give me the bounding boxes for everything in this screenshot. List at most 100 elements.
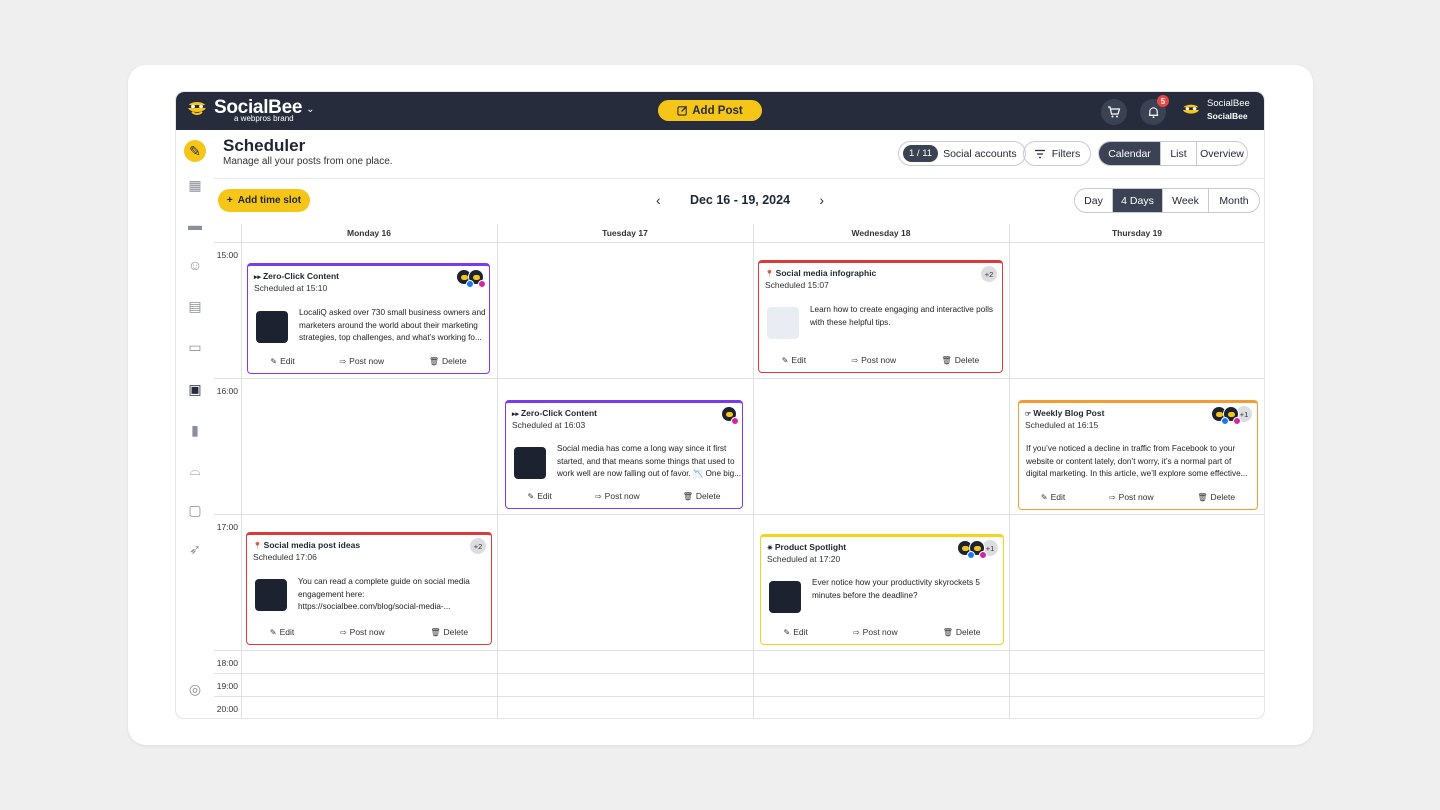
range-4-days[interactable]: 4 Days [1113, 189, 1163, 212]
post-category-label: Social media post ideas [263, 540, 361, 550]
instagram-icon [478, 280, 486, 288]
post-card[interactable]: ☞ Weekly Blog Post Scheduled at 16:15 +1 If… [1018, 400, 1258, 510]
post-thumbnail [255, 579, 287, 611]
page-subtitle: Manage all your posts from one place. [223, 156, 393, 167]
rocket-icon[interactable]: ➶ [184, 538, 206, 560]
facebook-icon [466, 280, 474, 288]
grid-line [753, 224, 754, 718]
chevron-right-icon[interactable]: › [819, 192, 824, 208]
time-label: 15:00 [216, 250, 238, 260]
facebook-icon [1221, 417, 1229, 425]
delete-button[interactable]: 🗑 Delete [942, 355, 980, 365]
edit-label: Edit [1050, 492, 1066, 502]
post-card[interactable]: 📍 Social media post ideas Scheduled 17:06… [246, 532, 492, 645]
range-day[interactable]: Day [1075, 189, 1113, 212]
delete-button[interactable]: 🗑 Delete [1197, 492, 1235, 502]
user-menu[interactable]: SocialBee SocialBee [1181, 98, 1250, 122]
edit-icon [677, 105, 688, 116]
folder-icon[interactable]: ▬ [184, 214, 206, 236]
post-now-button[interactable]: ⇨ Post now [851, 355, 896, 365]
arrow-right-icon: ⇨ [1108, 492, 1116, 502]
post-card[interactable]: ▸▸ Zero-Click Content Scheduled at 15:10 L… [247, 263, 490, 374]
double-chevron-icon: ▸▸ [254, 274, 263, 281]
post-card[interactable]: 📍 Social media infographic Scheduled 15:0… [758, 260, 1003, 373]
post-actions: ✎ Edit ⇨ Post now 🗑 Delete [506, 491, 742, 501]
post-category-label: Weekly Blog Post [1033, 408, 1105, 418]
post-now-label: Post now [1118, 492, 1154, 502]
edit-button[interactable]: ✎ Edit [1041, 492, 1065, 502]
range-switcher: Day 4 Days Week Month [1074, 188, 1260, 213]
post-category: ☞ Weekly Blog Post [1025, 408, 1104, 418]
pin-icon: 📍 [253, 543, 264, 550]
add-time-slot-button[interactable]: + Add time slot [218, 189, 310, 212]
time-label: 16:00 [216, 386, 238, 396]
calendar-add-icon[interactable]: ▤ [184, 295, 206, 317]
more-accounts-badge[interactable]: +2 [470, 538, 486, 554]
edit-label: Edit [537, 491, 552, 501]
more-accounts-badge[interactable]: +2 [981, 266, 997, 282]
pin-icon: 📍 [765, 271, 776, 278]
account-avatars: +2 [981, 266, 997, 282]
avatar [721, 406, 739, 425]
delete-button[interactable]: 🗑 Delete [429, 356, 467, 366]
robot-icon[interactable]: ☺ [184, 254, 206, 276]
cart-button[interactable] [1101, 99, 1127, 125]
delete-label: Delete [443, 627, 469, 637]
scheduled-time: Scheduled at 17:20 [767, 554, 841, 564]
tab-overview[interactable]: Overview [1197, 142, 1247, 165]
add-post-button[interactable]: Add Post [658, 100, 762, 121]
pencil-icon: ✎ [783, 627, 791, 637]
post-now-button[interactable]: ⇨ Post now [595, 491, 640, 501]
post-category: 📍 Social media infographic [765, 268, 876, 278]
post-now-button[interactable]: ⇨ Post now [339, 356, 384, 366]
tab-calendar[interactable]: Calendar [1099, 142, 1161, 165]
pencil-icon: ✎ [269, 627, 277, 637]
scheduler-icon[interactable]: ▣ [184, 378, 206, 400]
pencil-icon: ✎ [527, 491, 535, 501]
post-now-button[interactable]: ⇨ Post now [1109, 492, 1154, 502]
bell-icon [1148, 106, 1158, 118]
arrow-right-icon: ⇨ [594, 491, 602, 501]
add-time-slot-label: Add time slot [237, 195, 302, 206]
post-thumbnail [769, 581, 801, 613]
chevron-down-icon[interactable]: ⌄ [306, 104, 314, 115]
edit-button[interactable]: ✎ Edit [782, 355, 806, 365]
queue-icon[interactable]: ▭ [184, 336, 206, 358]
filters-button[interactable]: Filters [1023, 141, 1091, 166]
chat-icon[interactable]: ▢ [184, 499, 206, 521]
range-week[interactable]: Week [1163, 189, 1209, 212]
delete-button[interactable]: 🗑 Delete [683, 491, 721, 501]
delete-button[interactable]: 🗑 Delete [943, 627, 981, 637]
edit-button[interactable]: ✎ Edit [784, 627, 808, 637]
analytics-icon[interactable]: ▮ [184, 419, 206, 441]
grid-line [214, 242, 1264, 243]
post-category: ▸▸ Zero-Click Content [512, 408, 597, 418]
day-header: Thursday 19 [1111, 228, 1163, 238]
post-category: ✷ Product Spotlight [767, 542, 846, 552]
edit-button[interactable]: ✎ Edit [270, 356, 294, 366]
post-now-button[interactable]: ⇨ Post now [853, 627, 898, 637]
post-now-button[interactable]: ⇨ Post now [340, 627, 385, 637]
notification-count-badge: 5 [1157, 95, 1169, 107]
edit-label: Edit [279, 627, 295, 637]
edit-button[interactable]: ✎ Edit [528, 491, 552, 501]
chevron-left-icon[interactable]: ‹ [656, 192, 661, 208]
compose-icon[interactable]: ✎ [184, 140, 206, 162]
edit-button[interactable]: ✎ Edit [270, 627, 294, 637]
dashboard-icon[interactable]: ▦ [184, 174, 206, 196]
service-bell-icon[interactable]: ⌓ [184, 459, 206, 481]
star-icon: ✷ [767, 545, 775, 552]
post-card[interactable]: ✷ Product Spotlight Scheduled at 17:20 +1 E… [760, 534, 1004, 645]
tab-list[interactable]: List [1161, 142, 1197, 165]
delete-label: Delete [442, 356, 467, 366]
delete-button[interactable]: 🗑 Delete [430, 627, 468, 637]
post-actions: ✎ Edit ⇨ Post now 🗑 Delete [248, 356, 489, 366]
notifications-button[interactable]: 5 [1140, 95, 1169, 125]
post-card[interactable]: ▸▸ Zero-Click Content Scheduled at 16:03 S… [505, 400, 743, 509]
post-now-label: Post now [862, 627, 898, 637]
post-now-label: Post now [861, 355, 897, 365]
help-lifebuoy-icon[interactable]: ◎ [184, 678, 206, 700]
pencil-icon: ✎ [1040, 492, 1048, 502]
range-month[interactable]: Month [1209, 189, 1259, 212]
social-accounts-button[interactable]: 1 / 11 Social accounts [898, 141, 1026, 166]
